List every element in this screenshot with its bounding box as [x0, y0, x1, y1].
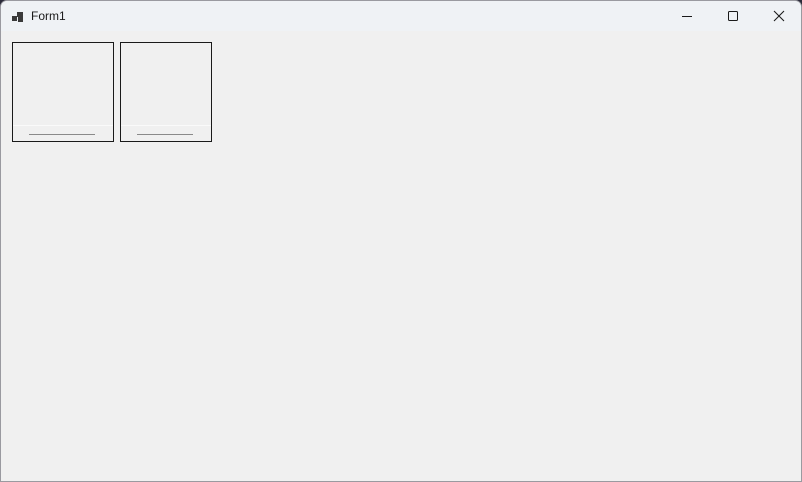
maximize-icon — [728, 11, 738, 21]
minimize-icon — [682, 16, 692, 17]
card-image-area — [13, 43, 113, 125]
picture-card-1[interactable] — [12, 42, 114, 142]
minimize-button[interactable] — [664, 1, 710, 31]
maximize-button[interactable] — [710, 1, 756, 31]
window-title: Form1 — [31, 9, 66, 23]
card-divider — [121, 125, 211, 126]
card-image-area — [121, 43, 211, 125]
close-icon — [773, 10, 785, 22]
card-caption-line — [137, 134, 193, 135]
card-caption-line — [29, 134, 95, 135]
app-icon — [12, 10, 24, 22]
form-client-area — [1, 31, 801, 481]
card-divider — [13, 125, 113, 126]
close-button[interactable] — [756, 1, 801, 31]
form-window: Form1 — [0, 0, 802, 482]
title-bar[interactable]: Form1 — [1, 1, 801, 31]
picture-card-2[interactable] — [120, 42, 212, 142]
